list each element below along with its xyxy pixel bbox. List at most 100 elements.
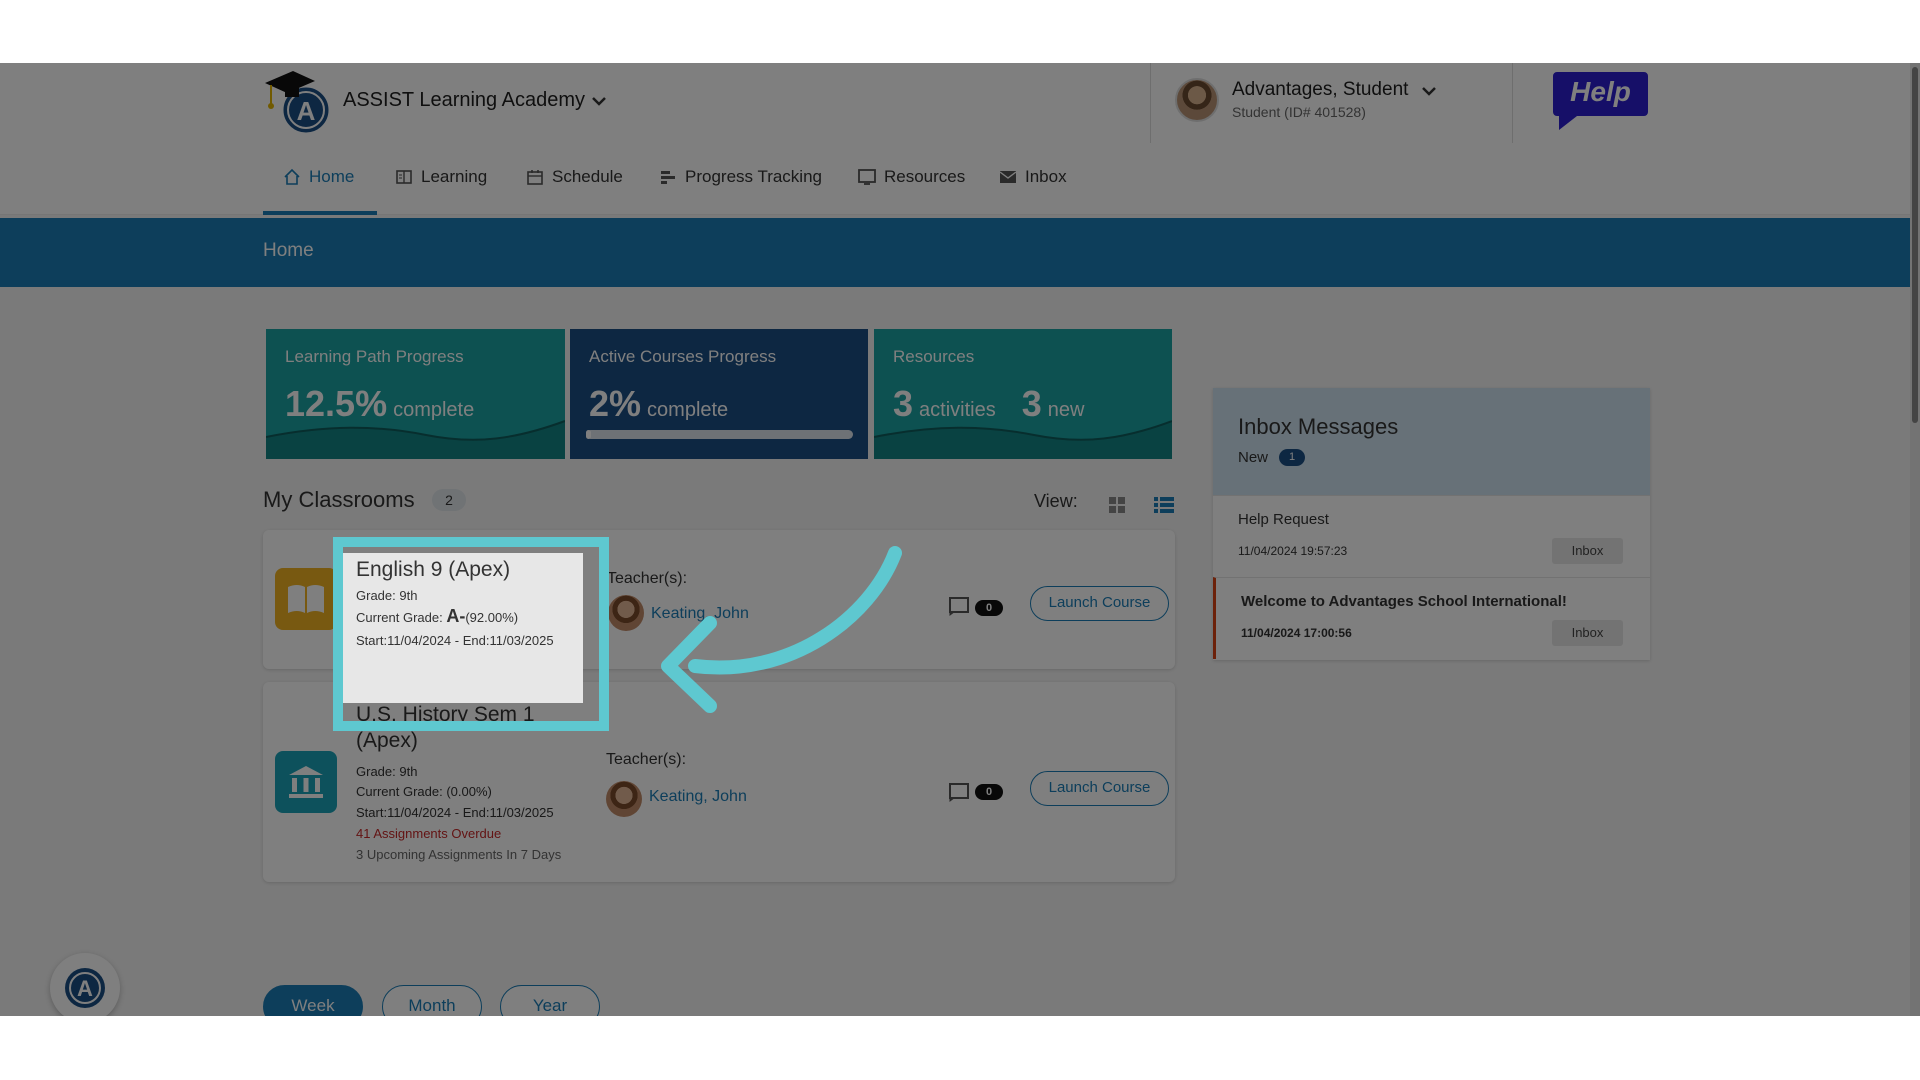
filter-year-button[interactable]: Year [500, 985, 600, 1016]
open-inbox-button[interactable]: Inbox [1552, 620, 1623, 646]
nav-active-indicator [263, 211, 377, 215]
course-progress-fill [586, 430, 592, 439]
current-grade-pct: (92.00%) [465, 610, 519, 625]
nav-label: Resources [884, 167, 966, 186]
learning-path-progress-card[interactable]: Learning Path Progress 12.5% complete [266, 329, 565, 459]
message-subject: Help Request [1238, 511, 1329, 528]
teacher-name-link[interactable]: Keating, John [649, 788, 747, 806]
resources-card[interactable]: Resources 3 activities 3 new [874, 329, 1172, 459]
calendar-icon [527, 170, 543, 185]
wave-decoration [266, 420, 565, 459]
nav-label: Learning [421, 167, 488, 186]
svg-text:A: A [297, 96, 316, 126]
filter-month-button[interactable]: Month [382, 985, 482, 1016]
nav-resources[interactable]: Resources [858, 165, 965, 189]
message-count-badge: 0 [975, 784, 1003, 800]
user-avatar[interactable] [1175, 78, 1219, 122]
course-icon [275, 568, 337, 630]
message-count-badge: 0 [975, 600, 1003, 616]
school-name[interactable]: ASSIST Learning Academy [343, 89, 585, 112]
stat-value-wrap: 2% complete [589, 383, 728, 425]
nav-progress-tracking[interactable]: Progress Tracking [659, 165, 822, 189]
stat-label: Resources [893, 347, 975, 366]
stat-value: 3 [893, 383, 914, 424]
nav-learning[interactable]: Learning [395, 165, 487, 189]
teacher-label: Teacher(s): [606, 751, 687, 768]
overdue-assignments-link[interactable]: 41 Assignments Overdue [356, 826, 501, 841]
section-title: My Classrooms [263, 487, 415, 512]
top-bar: A ASSIST Learning Academy Advantages, St… [0, 63, 1910, 145]
tutorial-arrow-icon [661, 546, 902, 713]
app-viewport: A ASSIST Learning Academy Advantages, St… [0, 63, 1920, 1016]
book-icon [396, 170, 412, 184]
nav-home[interactable]: Home [283, 165, 354, 189]
course-grade-level: Grade: 9th [356, 764, 418, 779]
inbox-header: Inbox Messages New 1 [1213, 388, 1650, 495]
course-current-grade: Current Grade: A-(92.00%) [356, 606, 518, 627]
active-courses-progress-card[interactable]: Active Courses Progress 2% complete [570, 329, 868, 459]
current-grade-label: Current Grade: [356, 784, 443, 799]
stat-unit: activities [919, 399, 996, 421]
stat-value: 3 [1021, 383, 1042, 424]
highlighted-course-info[interactable]: English 9 (Apex) Grade: 9th Current Grad… [343, 553, 583, 703]
chevron-down-icon[interactable] [589, 91, 609, 111]
bank-building-icon [289, 766, 323, 798]
inbox-title: Inbox Messages [1238, 414, 1399, 439]
view-label: View: [1034, 491, 1078, 511]
list-view-icon[interactable] [1153, 494, 1175, 516]
svg-text:A: A [77, 976, 93, 1001]
chart-bars-icon [661, 171, 675, 184]
teacher-avatar[interactable] [606, 781, 642, 817]
teacher-avatar[interactable] [608, 595, 644, 631]
page-scrollbar-thumb[interactable] [1912, 67, 1918, 423]
stat-unit: new [1047, 399, 1085, 421]
page-banner: Home [0, 218, 1910, 287]
envelope-icon [999, 171, 1017, 183]
nav-label: Progress Tracking [685, 167, 822, 186]
school-logo-icon[interactable]: A [263, 65, 333, 137]
course-dates: Start:11/04/2024 - End:11/03/2025 [356, 633, 554, 648]
user-id: Student (ID# 401528) [1232, 104, 1366, 120]
filter-week-button[interactable]: Week [263, 985, 363, 1016]
inbox-new-label: New [1238, 449, 1269, 466]
nav-inbox[interactable]: Inbox [999, 165, 1067, 189]
nav-label: Inbox [1025, 167, 1067, 186]
launch-course-button[interactable]: Launch Course [1030, 771, 1169, 806]
upcoming-assignments: 3 Upcoming Assignments In 7 Days [356, 847, 562, 862]
stat-label: Active Courses Progress [589, 347, 777, 366]
course-progress-bar [586, 430, 853, 439]
current-grade-letter: A- [446, 606, 466, 626]
user-name[interactable]: Advantages, Student [1232, 79, 1408, 101]
nav-label: Schedule [552, 167, 623, 186]
course-dates: Start:11/04/2024 - End:11/03/2025 [356, 805, 554, 820]
floating-assistant-button[interactable]: A [50, 953, 120, 1016]
chevron-down-icon[interactable] [1419, 81, 1439, 101]
inbox-message-row[interactable]: Help Request 11/04/2024 19:57:23 Inbox [1213, 495, 1650, 577]
main-nav: Home Learning Schedule Progress Tracking… [0, 145, 1910, 215]
nav-schedule[interactable]: Schedule [526, 165, 623, 189]
message-icon[interactable] [948, 782, 970, 802]
grid-view-icon[interactable] [1106, 494, 1128, 516]
stat-value: 2% [589, 383, 642, 424]
assist-logo-icon: A [65, 968, 105, 1008]
stat-unit: complete [393, 399, 475, 421]
message-date: 11/04/2024 17:00:56 [1241, 626, 1352, 640]
help-label: Help [1570, 76, 1631, 107]
inbox-message-row[interactable]: Welcome to Advantages School Internation… [1213, 577, 1650, 659]
current-grade-label: Current Grade: [356, 610, 443, 625]
header-divider [1512, 63, 1513, 143]
stat-unit: complete [647, 399, 729, 421]
help-button[interactable]: Help [1551, 70, 1650, 130]
open-book-icon [288, 585, 324, 613]
header-divider [1150, 63, 1151, 143]
home-icon [284, 168, 300, 185]
course-current-grade: Current Grade: (0.00%) [356, 784, 492, 799]
stat-value: 12.5% [285, 383, 388, 424]
course-title[interactable]: English 9 (Apex) [356, 557, 510, 583]
launch-course-button[interactable]: Launch Course [1030, 586, 1169, 621]
course-icon [275, 751, 337, 813]
inbox-new-count: 1 [1279, 449, 1305, 466]
message-icon[interactable] [948, 596, 970, 616]
open-inbox-button[interactable]: Inbox [1552, 538, 1623, 564]
nav-label: Home [309, 167, 355, 186]
